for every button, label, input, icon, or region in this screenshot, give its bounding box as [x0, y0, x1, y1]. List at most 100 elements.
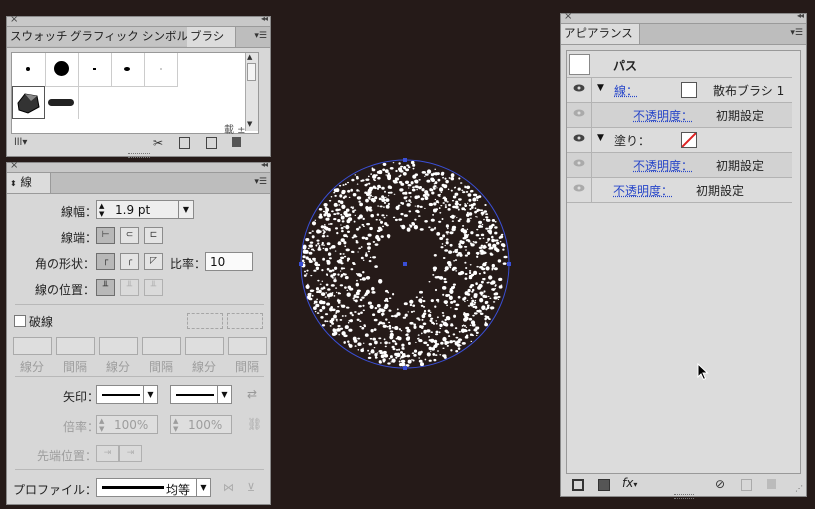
- arrow-start-select[interactable]: ▼: [96, 385, 158, 404]
- stroke-opacity-label[interactable]: 不透明度：: [633, 107, 693, 124]
- close-icon[interactable]: ×: [10, 160, 18, 171]
- eye-icon[interactable]: [573, 109, 585, 117]
- ratio-value[interactable]: 10: [210, 255, 225, 269]
- duplicate-item-icon[interactable]: [741, 479, 752, 491]
- brush-swatch-dot-tiny[interactable]: [78, 53, 112, 87]
- anchor-top[interactable]: [403, 158, 407, 162]
- eye-icon[interactable]: [573, 134, 585, 142]
- brush-swatch-dot-small[interactable]: [12, 53, 46, 87]
- swap-arrows-icon[interactable]: ⇄: [247, 387, 257, 401]
- resize-grip[interactable]: [674, 494, 694, 499]
- brush-options-icon[interactable]: [179, 137, 190, 149]
- stroke-panel-titlebar[interactable]: × ◂◂: [7, 160, 270, 173]
- tab-symbols[interactable]: シンボル: [139, 27, 190, 46]
- dash-field-1[interactable]: [13, 337, 52, 355]
- round-join-button[interactable]: ╭: [120, 253, 139, 270]
- brush-swatch-art[interactable]: [45, 86, 79, 119]
- disclosure-triangle-icon[interactable]: ▼: [597, 133, 604, 143]
- align-outside-button[interactable]: ╨: [144, 279, 163, 296]
- add-new-stroke-icon[interactable]: [572, 479, 584, 491]
- close-icon[interactable]: ×: [10, 14, 18, 25]
- anchor-right[interactable]: [507, 262, 511, 266]
- stroke-opacity-row[interactable]: 不透明度： 初期設定: [567, 103, 792, 128]
- round-cap-button[interactable]: ⊂: [120, 227, 139, 244]
- eye-icon[interactable]: [573, 184, 585, 192]
- align-inside-button[interactable]: ╨: [120, 279, 139, 296]
- add-new-fill-icon[interactable]: [598, 479, 610, 491]
- delete-item-icon[interactable]: [767, 479, 776, 489]
- align-dash-button[interactable]: [227, 313, 263, 329]
- brush-swatch-faint[interactable]: [144, 53, 178, 87]
- panel-menu-icon[interactable]: ▾☰: [790, 28, 803, 38]
- brush-swatch-ellipse[interactable]: [111, 53, 145, 87]
- weight-value[interactable]: 1.9 pt: [115, 203, 150, 217]
- preserve-dash-button[interactable]: [187, 313, 223, 329]
- link-scale-icon[interactable]: ⛓: [247, 417, 262, 431]
- align-center-button[interactable]: ╨: [96, 279, 115, 296]
- dashed-checkbox[interactable]: [14, 315, 26, 327]
- tab-swatches[interactable]: スウォッチ: [7, 27, 70, 46]
- gap-field-1[interactable]: [56, 337, 95, 355]
- stepper-icon[interactable]: ▲ ▼: [173, 417, 178, 433]
- gap-field-3[interactable]: [228, 337, 267, 355]
- object-opacity-label[interactable]: 不透明度：: [613, 182, 673, 199]
- tip-extend-button[interactable]: ⇥: [96, 445, 119, 462]
- fx-icon[interactable]: fx▾: [622, 476, 637, 490]
- appearance-panel-titlebar[interactable]: × ◂◂: [561, 11, 806, 24]
- ratio-field[interactable]: 10: [205, 252, 253, 271]
- gap-field-2[interactable]: [142, 337, 181, 355]
- panel-menu-icon[interactable]: ▾☰: [254, 31, 267, 41]
- fill-opacity-label[interactable]: 不透明度：: [633, 157, 693, 174]
- collapse-icon[interactable]: ◂◂: [797, 11, 804, 20]
- stroke-row[interactable]: ▼ 線： 散布ブラシ 1: [567, 78, 792, 103]
- dash-field-2[interactable]: [99, 337, 138, 355]
- flip-horizontal-icon[interactable]: ⋈: [223, 481, 234, 494]
- fill-opacity-row[interactable]: 不透明度： 初期設定: [567, 153, 792, 178]
- scale-start-value[interactable]: 100%: [114, 418, 148, 432]
- weight-dropdown-icon[interactable]: ▼: [178, 201, 193, 218]
- butt-cap-button[interactable]: ⊢: [96, 227, 115, 244]
- stroke-color-swatch[interactable]: [681, 82, 697, 98]
- close-icon[interactable]: ×: [564, 11, 572, 22]
- tab-stroke[interactable]: ⬍ 線: [7, 173, 51, 193]
- stroke-attribute-label[interactable]: 線：: [614, 82, 638, 99]
- resize-corner-icon[interactable]: ⋰: [795, 484, 803, 493]
- brush-list-scrollbar[interactable]: ▲ ▼: [245, 53, 258, 131]
- remove-brush-stroke-icon[interactable]: ✂: [153, 136, 163, 150]
- brush-swatch-scatter-selected[interactable]: [12, 86, 45, 119]
- bevel-join-button[interactable]: ◸: [144, 253, 163, 270]
- tip-place-button[interactable]: ⇥: [119, 445, 142, 462]
- miter-join-button[interactable]: ┌: [96, 253, 115, 270]
- disclosure-triangle-icon[interactable]: ▼: [597, 83, 604, 93]
- arrow-end-select[interactable]: ▼: [170, 385, 232, 404]
- brush-swatch-dot-large[interactable]: [45, 53, 79, 87]
- flip-vertical-icon[interactable]: ⊻: [247, 481, 255, 494]
- stepper-icon[interactable]: ▲ ▼: [99, 417, 104, 433]
- eye-icon[interactable]: [573, 84, 585, 92]
- delete-brush-icon[interactable]: [232, 137, 241, 147]
- panel-menu-icon[interactable]: ▾☰: [254, 177, 267, 187]
- object-opacity-row[interactable]: 不透明度： 初期設定: [567, 178, 792, 203]
- fill-none-swatch[interactable]: [681, 132, 697, 148]
- anchor-bottom[interactable]: [403, 366, 407, 370]
- stepper-icon[interactable]: ▲ ▼: [99, 202, 104, 218]
- resize-grip[interactable]: [128, 153, 150, 158]
- brush-libraries-icon[interactable]: lll▾: [14, 137, 27, 148]
- tab-brushes[interactable]: ブラシ: [187, 27, 236, 47]
- collapse-icon[interactable]: ◂◂: [261, 14, 268, 23]
- object-row[interactable]: パス: [567, 52, 792, 78]
- scatter-brush-ring-artwork[interactable]: [295, 154, 515, 374]
- tab-graphic-styles[interactable]: グラフィック: [67, 27, 142, 46]
- dash-field-3[interactable]: [185, 337, 224, 355]
- scale-end-value[interactable]: 100%: [188, 418, 222, 432]
- weight-field[interactable]: ▲ ▼ 1.9 pt ▼: [96, 200, 194, 219]
- profile-select[interactable]: 均等 ▼: [96, 478, 211, 497]
- scale-end-field[interactable]: ▲ ▼ 100%: [170, 415, 232, 434]
- profile-value[interactable]: 均等: [166, 481, 190, 498]
- anchor-left[interactable]: [299, 262, 303, 266]
- new-brush-icon[interactable]: [206, 137, 217, 149]
- collapse-icon[interactable]: ◂◂: [261, 160, 268, 169]
- eye-icon[interactable]: [573, 159, 585, 167]
- tab-appearance[interactable]: アピアランス: [561, 24, 640, 44]
- square-cap-button[interactable]: ⊏: [144, 227, 163, 244]
